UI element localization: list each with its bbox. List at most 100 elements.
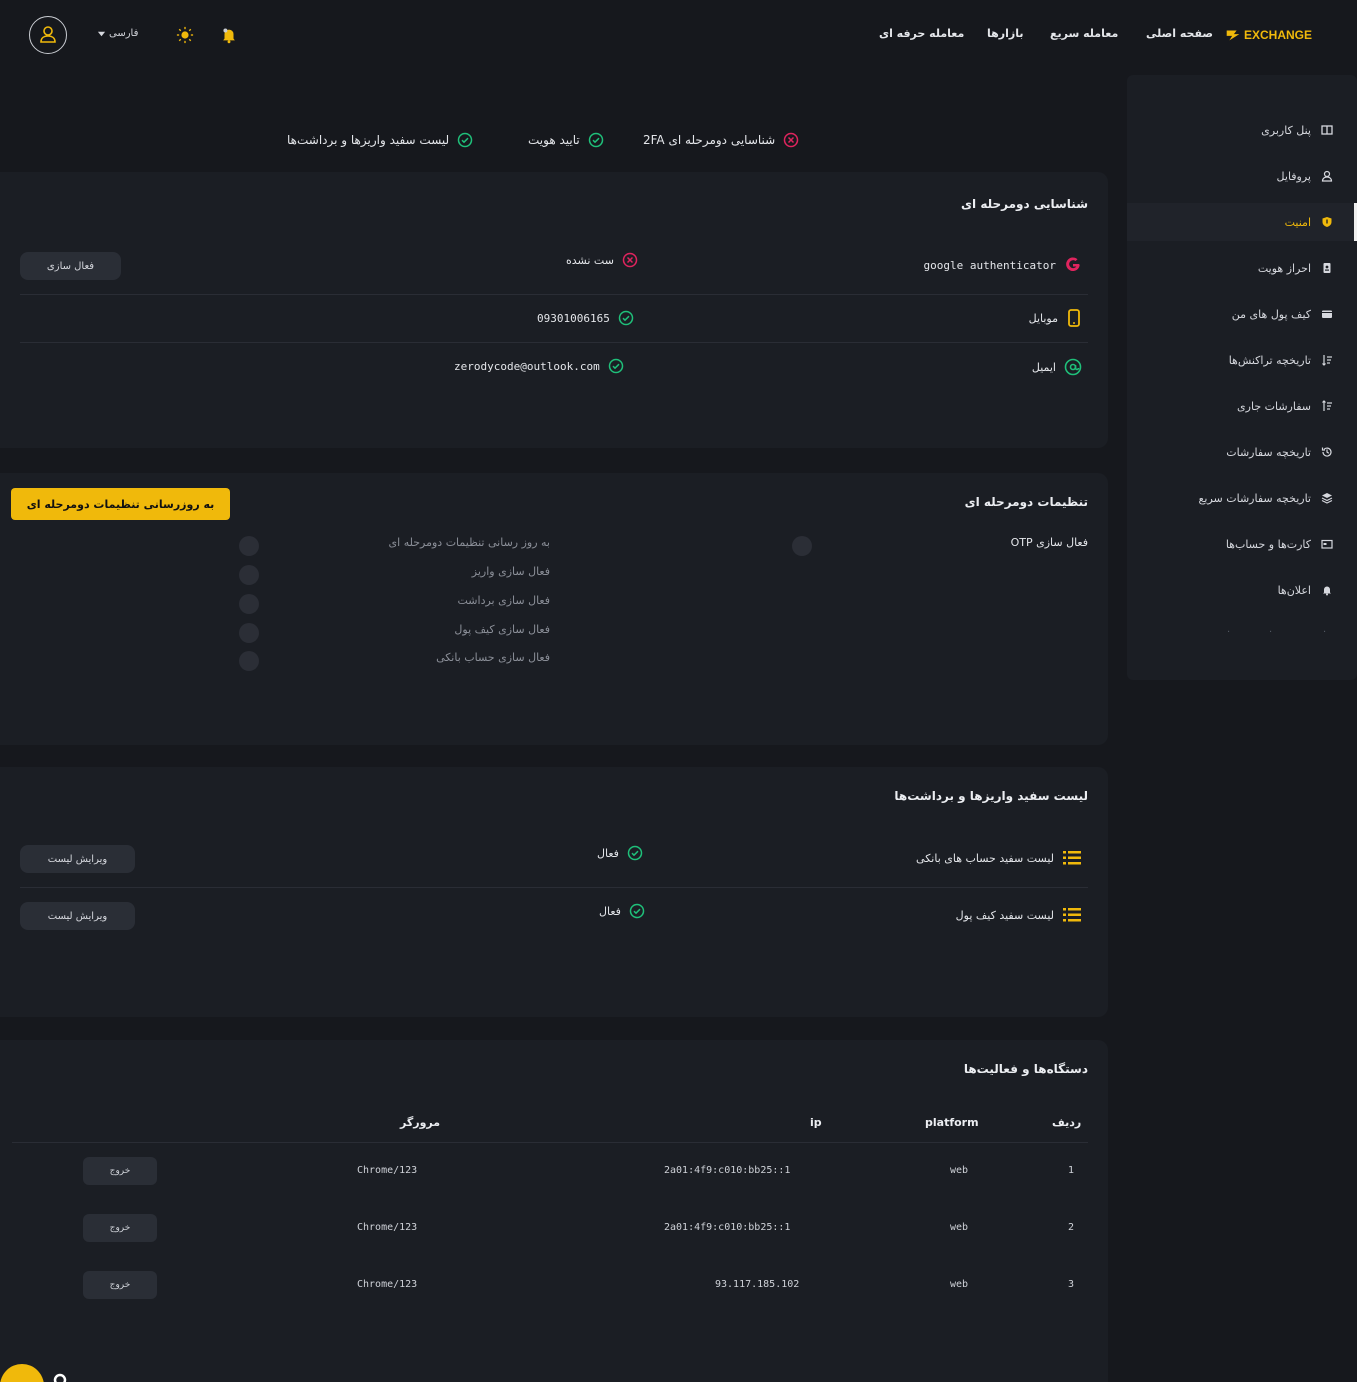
brand-logo[interactable]: EXCHANGE (1224, 24, 1320, 46)
sidebar-item-open-orders[interactable]: سفارشات جاری (1127, 387, 1357, 425)
sidebar-item-security[interactable]: امنیت (1127, 203, 1357, 241)
sidebar-item-dashboard[interactable]: پنل کاربری (1127, 111, 1357, 149)
bell-icon[interactable] (220, 26, 238, 44)
sidebar: پنل کاربری پروفایل امنیت احراز هویت کیف … (1127, 75, 1357, 680)
logout-button[interactable]: خروج (83, 1214, 157, 1242)
step-kyc: تایید هویت (528, 132, 604, 148)
cell-row: 1 (1068, 1165, 1075, 1176)
chevron-down-icon (97, 31, 106, 37)
sidebar-item-label: تاریخچه سفارشات سریع (1198, 491, 1311, 505)
sidebar-item-label: امنیت (1284, 215, 1311, 229)
sidebar-item-order-history[interactable]: تاریخچه سفارشات (1127, 433, 1357, 471)
sidebar-item-notifications[interactable]: اعلان‌ها (1127, 571, 1357, 609)
sidebar-item-label: کیف پول های من (1231, 307, 1311, 321)
twofa-value-google: ست نشده (566, 252, 638, 268)
top-header: EXCHANGE صفحه اصلی معامله سریع بازارها م… (0, 0, 1357, 70)
option-toggle[interactable] (239, 651, 259, 671)
error-circle-icon (783, 132, 799, 148)
google-icon (1066, 257, 1080, 272)
sidebar-item-quick-order-history[interactable]: تاریخچه سفارشات سریع (1127, 479, 1357, 517)
sidebar-item-label: تاریخچه سفارشات (1226, 445, 1311, 459)
cell-platform: web (950, 1279, 969, 1290)
otp-label: فعال سازی OTP (1011, 536, 1088, 549)
row-label: لیست سفید حساب های بانکی (916, 851, 1054, 865)
nav-pro-trade[interactable]: معامله حرفه ای (879, 27, 964, 40)
update-settings-button[interactable]: به روزرسانی تنظیمات دومرحله ای (11, 488, 230, 520)
edit-wallet-whitelist-button[interactable]: ویرایش لیست (20, 902, 135, 930)
option-update-settings: به روز رسانی تنظیمات دومرحله ای (388, 536, 550, 549)
nav-quick-trade[interactable]: معامله سریع (1050, 27, 1118, 40)
card-title: دستگاه‌ها و فعالیت‌ها (963, 1062, 1088, 1076)
option-toggle[interactable] (239, 594, 259, 614)
card-title: لیست سفید واریزها و برداشت‌ها (894, 789, 1088, 803)
twofa-value-mobile: 09301006165 (537, 310, 634, 326)
step-2fa: شناسایی دومرحله ای 2FA (643, 132, 799, 148)
col-row-header: ردیف (1052, 1116, 1082, 1129)
row-value: ست نشده (566, 253, 614, 267)
step-label: تایید هویت (528, 133, 580, 147)
twofa-card: شناسایی دومرحله ای google authenticator … (0, 172, 1108, 448)
list-icon (1063, 851, 1081, 865)
sidebar-item-cards-accounts[interactable]: کارت‌ها و حساب‌ها (1127, 525, 1357, 563)
logo-icon (1226, 30, 1240, 41)
divider (20, 887, 1088, 888)
otp-toggle[interactable] (792, 536, 812, 556)
language-label: فارسی (109, 28, 139, 39)
twofa-row-mobile: موبایل (1029, 309, 1082, 327)
language-select[interactable]: فارسی (97, 28, 138, 39)
divider (20, 294, 1088, 295)
sidebar-item-transactions[interactable]: تاریخچه تراکنش‌ها (1127, 341, 1357, 379)
option-toggle[interactable] (239, 565, 259, 585)
logout-button[interactable]: خروج (83, 1271, 157, 1299)
cell-row: 2 (1068, 1222, 1075, 1233)
devices-card: دستگاه‌ها و فعالیت‌ها (0, 1040, 1108, 1382)
logout-button[interactable]: خروج (83, 1157, 157, 1185)
brand-name: EXCHANGE (1244, 28, 1313, 42)
sidebar-item-wallets[interactable]: کیف پول های من (1127, 295, 1357, 333)
sort-icon (1322, 355, 1332, 366)
card-title: تنظیمات دومرحله ای (964, 495, 1088, 509)
status-text: فعال (599, 904, 621, 918)
edit-bank-whitelist-button[interactable]: ویرایش لیست (20, 845, 135, 873)
status-text: فعال (597, 846, 619, 860)
bell-icon (1323, 586, 1331, 596)
option-toggle[interactable] (239, 536, 259, 556)
activate-google-button[interactable]: فعال سازی (20, 252, 121, 280)
nav-home[interactable]: صفحه اصلی (1146, 27, 1213, 40)
sidebar-item-kyc[interactable]: احراز هویت (1127, 249, 1357, 287)
error-circle-icon (622, 252, 638, 268)
cell-browser: Chrome/123 (357, 1279, 418, 1290)
support-widget-icon (0, 1364, 67, 1382)
check-circle-icon (588, 132, 603, 148)
list-icon (1063, 908, 1081, 922)
option-toggle[interactable] (239, 623, 259, 643)
check-circle-icon (457, 132, 473, 148)
row-label: ایمیل (1031, 360, 1056, 374)
whitelist-status-bank: فعال (597, 845, 643, 861)
sidebar-dot: · (1323, 627, 1327, 638)
check-circle-icon (629, 903, 645, 919)
sun-icon[interactable] (176, 26, 194, 44)
whitelist-row-bank: لیست سفید حساب های بانکی (916, 849, 1082, 867)
whitelist-status-wallet: فعال (599, 903, 645, 919)
id-card-icon (1323, 263, 1331, 273)
step-label: شناسایی دومرحله ای 2FA (643, 133, 776, 147)
row-value: 09301006165 (537, 311, 610, 325)
check-circle-icon (608, 358, 623, 374)
sidebar-item-label: تاریخچه تراکنش‌ها (1228, 353, 1311, 367)
col-platform-header: platform (925, 1116, 979, 1129)
at-sign-icon (1064, 358, 1082, 376)
twofa-value-email: zerodycode@outlook.com (454, 358, 624, 374)
cell-ip: 2a01:4f9:c010:bb25::1 (664, 1165, 791, 1176)
whitelist-row-wallet: لیست سفید کیف پول (956, 906, 1082, 924)
cell-platform: web (950, 1165, 969, 1176)
mobile-icon (1068, 309, 1080, 327)
row-value: zerodycode@outlook.com (454, 359, 600, 373)
option-deposit: فعال سازی واریز (471, 565, 550, 578)
floating-widget[interactable] (0, 1362, 70, 1382)
nav-markets[interactable]: بازارها (987, 27, 1023, 40)
sidebar-item-profile[interactable]: پروفایل (1127, 157, 1357, 195)
cell-row: 3 (1068, 1279, 1075, 1290)
card-title: شناسایی دومرحله ای (961, 197, 1088, 211)
user-avatar-button[interactable] (29, 16, 67, 54)
